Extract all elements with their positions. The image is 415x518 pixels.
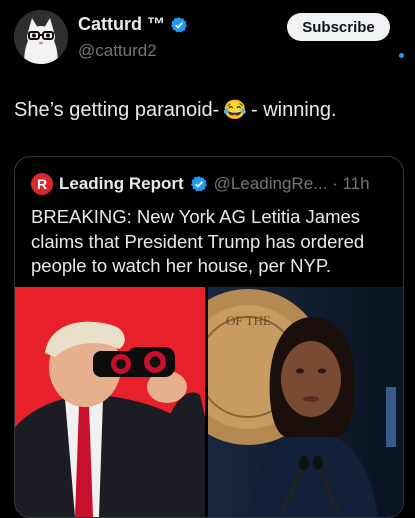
press-conference-illustration: OF THE: [208, 287, 403, 517]
author-name-row[interactable]: Catturd ™: [78, 14, 188, 35]
author-display-name[interactable]: Catturd ™: [78, 14, 165, 35]
image-man-with-binoculars[interactable]: [15, 287, 205, 517]
image-woman-at-podium[interactable]: OF THE: [208, 287, 403, 517]
verified-badge-icon: [170, 16, 188, 32]
quoted-tweet-header: R Leading Report @LeadingRe... · 11h: [31, 173, 370, 195]
quoted-tweet-card[interactable]: R Leading Report @LeadingRe... · 11h BRE…: [14, 156, 404, 518]
seal-text: OF THE: [226, 313, 271, 328]
tweet-text: She’s getting paranoid- 😂 - winning.: [14, 98, 337, 122]
author-avatar[interactable]: [14, 10, 68, 64]
leading-report-logo-icon: R: [31, 173, 53, 195]
quoted-tweet-text: BREAKING: New York AG Letitia James clai…: [31, 206, 365, 276]
quoted-author-handle-time[interactable]: @LeadingRe... · 11h: [214, 174, 370, 194]
subscribe-button[interactable]: Subscribe: [287, 13, 390, 41]
binoculars-illustration: [15, 287, 205, 517]
cat-avatar-image: [14, 10, 68, 64]
quoted-verified-badge-icon: [190, 176, 207, 192]
tweet-text-part-2: - winning.: [251, 98, 337, 121]
notification-dot: [399, 53, 404, 58]
quoted-author-name[interactable]: Leading Report: [59, 174, 184, 194]
tweet-text-part-1: She’s getting paranoid-: [14, 98, 220, 121]
laughing-emoji: 😂: [223, 100, 248, 121]
author-handle[interactable]: @catturd2: [78, 41, 157, 61]
